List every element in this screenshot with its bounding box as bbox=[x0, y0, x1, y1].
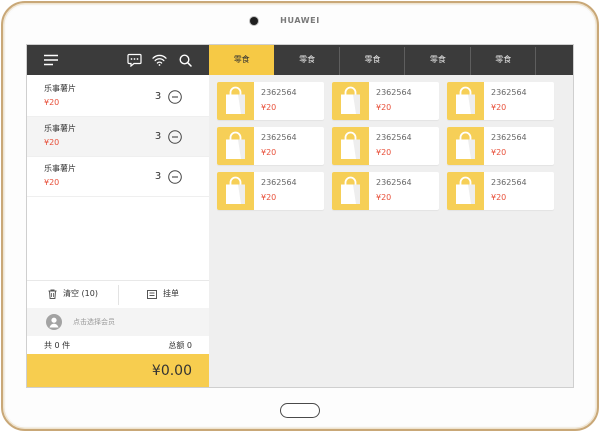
product-price: ¥20 bbox=[491, 148, 507, 157]
shopping-bag-icon bbox=[332, 127, 369, 165]
checkout-button[interactable]: ¥0.00 bbox=[27, 354, 209, 387]
hold-order-label: 挂单 bbox=[163, 289, 179, 298]
shopping-bag-icon bbox=[217, 127, 254, 165]
tablet-device: HUAWEI 乐事薯片 ¥20 3 乐事薯片 ¥20 3 乐事薯片 ¥20 3 … bbox=[0, 0, 600, 432]
product-price: ¥20 bbox=[261, 148, 277, 157]
product-price: ¥20 bbox=[261, 103, 277, 112]
product-price: ¥20 bbox=[376, 193, 392, 202]
product-price: ¥20 bbox=[261, 193, 277, 202]
chat-icon[interactable] bbox=[127, 53, 142, 68]
order-panel: 乐事薯片 ¥20 3 乐事薯片 ¥20 3 乐事薯片 ¥20 3 清空 (10)… bbox=[27, 45, 209, 387]
shopping-bag-icon bbox=[447, 127, 484, 165]
product-code: 2362564 bbox=[491, 133, 527, 142]
cart-item[interactable]: 乐事薯片 ¥20 3 bbox=[27, 117, 209, 157]
hold-order-button[interactable]: 挂单 bbox=[118, 281, 209, 308]
left-toolbar bbox=[27, 45, 209, 75]
shopping-bag-icon bbox=[217, 172, 254, 210]
product-code: 2362564 bbox=[491, 88, 527, 97]
product-code: 2362564 bbox=[376, 88, 412, 97]
shopping-bag-icon bbox=[447, 172, 484, 210]
product-card[interactable]: 2362564 ¥20 bbox=[332, 127, 439, 165]
screen: 乐事薯片 ¥20 3 乐事薯片 ¥20 3 乐事薯片 ¥20 3 清空 (10)… bbox=[27, 45, 573, 387]
avatar-icon bbox=[46, 314, 62, 330]
product-price: ¥20 bbox=[376, 103, 392, 112]
product-code: 2362564 bbox=[376, 178, 412, 187]
cart-item-price: ¥20 bbox=[44, 138, 60, 147]
product-price: ¥20 bbox=[491, 193, 507, 202]
wifi-icon[interactable] bbox=[152, 54, 167, 66]
cart-item-name: 乐事薯片 bbox=[44, 84, 76, 93]
minus-circle-icon[interactable] bbox=[168, 90, 182, 104]
shopping-bag-icon bbox=[332, 82, 369, 120]
category-tab[interactable]: 零食 bbox=[209, 45, 275, 75]
product-card[interactable]: 2362564 ¥20 bbox=[447, 82, 554, 120]
product-code: 2362564 bbox=[376, 133, 412, 142]
category-tab[interactable]: 零食 bbox=[340, 45, 406, 75]
cart-item[interactable]: 乐事薯片 ¥20 3 bbox=[27, 77, 209, 117]
product-code: 2362564 bbox=[261, 88, 297, 97]
category-tab[interactable]: 零食 bbox=[274, 45, 341, 75]
product-card[interactable]: 2362564 ¥20 bbox=[217, 127, 324, 165]
list-icon bbox=[147, 290, 157, 299]
category-tab[interactable]: 零食 bbox=[471, 45, 537, 75]
clear-cart-button[interactable]: 清空 (10) bbox=[27, 281, 118, 308]
home-button[interactable] bbox=[280, 403, 320, 418]
product-card[interactable]: 2362564 ¥20 bbox=[332, 82, 439, 120]
trash-icon bbox=[48, 289, 57, 299]
menu-icon[interactable] bbox=[44, 54, 58, 66]
product-card[interactable]: 2362564 ¥20 bbox=[447, 172, 554, 210]
shopping-bag-icon bbox=[217, 82, 254, 120]
minus-circle-icon[interactable] bbox=[168, 170, 182, 184]
checkout-amount: ¥0.00 bbox=[151, 363, 192, 379]
product-card[interactable]: 2362564 ¥20 bbox=[332, 172, 439, 210]
shopping-bag-icon bbox=[447, 82, 484, 120]
cart-item-price: ¥20 bbox=[44, 178, 60, 187]
total-amount-label: 总额 0 bbox=[168, 341, 192, 350]
item-count: 共 0 件 bbox=[44, 341, 71, 350]
cart-item[interactable]: 乐事薯片 ¥20 3 bbox=[27, 157, 209, 197]
clear-cart-label: 清空 (10) bbox=[63, 289, 98, 298]
shopping-bag-icon bbox=[332, 172, 369, 210]
cart-item-price: ¥20 bbox=[44, 98, 60, 107]
product-price: ¥20 bbox=[491, 103, 507, 112]
search-icon[interactable] bbox=[179, 54, 192, 67]
product-card[interactable]: 2362564 ¥20 bbox=[217, 172, 324, 210]
cart-item-quantity: 3 bbox=[154, 171, 162, 182]
select-member-button[interactable]: 点击选择会员 bbox=[27, 308, 209, 336]
product-panel: 零食 零食 零食 零食 零食 2362564 ¥20 2362564 ¥20 2… bbox=[209, 45, 573, 387]
product-code: 2362564 bbox=[491, 178, 527, 187]
front-camera bbox=[250, 17, 258, 25]
product-grid: 2362564 ¥20 2362564 ¥20 2362564 ¥20 2362… bbox=[217, 82, 554, 210]
cart-item-name: 乐事薯片 bbox=[44, 124, 76, 133]
brand-logo: HUAWEI bbox=[280, 16, 320, 25]
category-tab[interactable]: 零食 bbox=[405, 45, 471, 75]
product-code: 2362564 bbox=[261, 178, 297, 187]
minus-circle-icon[interactable] bbox=[168, 130, 182, 144]
cart-actions: 清空 (10) 挂单 bbox=[27, 280, 209, 308]
category-tabs: 零食 零食 零食 零食 零食 bbox=[209, 45, 573, 75]
cart-item-quantity: 3 bbox=[154, 131, 162, 142]
cart-item-quantity: 3 bbox=[154, 91, 162, 102]
product-card[interactable]: 2362564 ¥20 bbox=[447, 127, 554, 165]
order-summary: 共 0 件 总额 0 bbox=[27, 336, 209, 354]
cart-item-name: 乐事薯片 bbox=[44, 164, 76, 173]
product-card[interactable]: 2362564 ¥20 bbox=[217, 82, 324, 120]
member-prompt: 点击选择会员 bbox=[73, 318, 115, 326]
product-price: ¥20 bbox=[376, 148, 392, 157]
product-code: 2362564 bbox=[261, 133, 297, 142]
